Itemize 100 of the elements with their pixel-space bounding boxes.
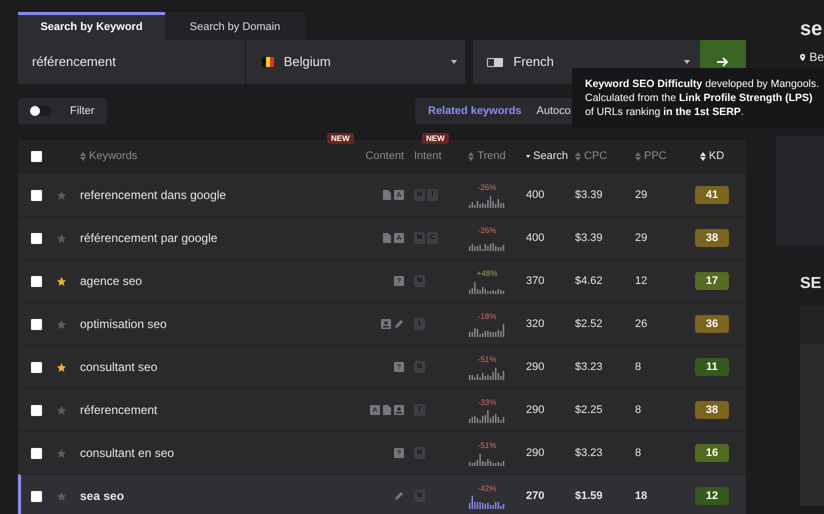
- keyword-text[interactable]: consultant en seo: [80, 446, 174, 460]
- column-header[interactable]: Keywords: [89, 148, 138, 165]
- document-icon: [383, 405, 391, 415]
- search-volume: 400: [526, 232, 544, 244]
- trend-sparkline: [469, 366, 505, 380]
- profile-icon: [381, 319, 391, 329]
- search-volume: 270: [526, 490, 544, 502]
- kd-score: 41: [695, 186, 729, 204]
- search-volume: 400: [526, 188, 544, 201]
- filter-button[interactable]: Filter: [18, 98, 107, 124]
- star-icon[interactable]: [56, 448, 67, 458]
- ppc-value: 8: [635, 404, 642, 416]
- pencil-icon: [394, 491, 404, 501]
- cpc-value: $2.25: [575, 404, 603, 416]
- search-volume: 290: [526, 360, 544, 373]
- ppc-value: 8: [635, 446, 642, 459]
- trend-sparkline: [469, 280, 505, 294]
- trend-sparkline: [469, 495, 505, 509]
- column-header[interactable]: PPC: [644, 148, 667, 165]
- column-header[interactable]: CPC: [584, 148, 608, 165]
- new-badge: NEW: [422, 133, 449, 144]
- search-tab[interactable]: Search by Keyword: [18, 12, 165, 40]
- country-select[interactable]: Belgium: [246, 40, 466, 84]
- ppc-value: 12: [635, 274, 648, 287]
- ppc-value: 29: [635, 188, 648, 201]
- serp-heading: SE: [800, 274, 822, 294]
- star-icon[interactable]: [56, 490, 67, 502]
- caret-icon: [451, 60, 458, 64]
- document-icon: [383, 233, 391, 243]
- row-checkbox[interactable]: [31, 448, 42, 458]
- column-header[interactable]: Intent: [414, 148, 442, 165]
- profile-icon: [394, 405, 404, 415]
- keyword-text[interactable]: referencement dans google: [80, 188, 226, 202]
- select-all-checkbox[interactable]: [31, 151, 42, 162]
- trend-percent: -26%: [478, 225, 496, 237]
- trend-percent: +48%: [476, 268, 498, 280]
- kd-score: 38: [695, 401, 729, 419]
- kd-score: 11: [695, 358, 729, 376]
- star-icon[interactable]: [56, 232, 67, 244]
- cpc-value: $3.39: [575, 188, 603, 201]
- row-checkbox[interactable]: [31, 404, 42, 416]
- result-tab[interactable]: Autoco: [534, 98, 571, 124]
- trend-sparkline: [469, 194, 505, 208]
- trend-percent: -42%: [478, 483, 496, 495]
- caret-icon: [684, 60, 690, 64]
- ppc-value: 8: [635, 360, 642, 373]
- keyword-input[interactable]: référencement: [18, 40, 245, 84]
- side-title: se: [800, 17, 824, 42]
- keyword-text[interactable]: réferencement: [80, 403, 158, 417]
- pencil-icon: [394, 319, 404, 329]
- filter-toggle[interactable]: [30, 106, 52, 116]
- translate-icon: [487, 58, 504, 66]
- column-header[interactable]: KD: [708, 148, 724, 165]
- location-pin-icon: [800, 52, 806, 62]
- keyword-text[interactable]: référencement par google: [80, 231, 218, 245]
- kd-score: 36: [695, 315, 729, 333]
- search-volume: 370: [526, 274, 544, 287]
- row-checkbox[interactable]: [31, 362, 42, 372]
- kd-score: 16: [695, 444, 729, 462]
- cpc-value: $3.23: [575, 446, 603, 459]
- column-header[interactable]: Search: [533, 148, 568, 165]
- star-icon[interactable]: [56, 276, 67, 286]
- trend-sparkline: [469, 452, 505, 466]
- search-volume: 320: [526, 318, 544, 330]
- cpc-value: $3.39: [575, 232, 603, 244]
- row-checkbox[interactable]: [31, 190, 42, 200]
- trend-percent: -33%: [478, 397, 496, 409]
- keyword-text[interactable]: agence seo: [80, 274, 142, 288]
- cpc-value: $3.23: [575, 360, 603, 373]
- row-checkbox[interactable]: [31, 276, 42, 286]
- ppc-value: 18: [635, 490, 648, 502]
- kd-score: 17: [695, 272, 729, 290]
- cpc-value: $2.52: [575, 318, 603, 330]
- keyword-text[interactable]: consultant seo: [80, 360, 158, 374]
- star-icon[interactable]: [56, 318, 67, 330]
- result-tab[interactable]: Related keywords: [415, 98, 535, 124]
- new-badge: NEW: [327, 133, 354, 144]
- location-text: Be: [809, 49, 824, 66]
- ppc-value: 26: [635, 318, 648, 330]
- star-icon[interactable]: [56, 190, 67, 200]
- kd-score: 38: [695, 229, 729, 247]
- kd-score: 12: [695, 487, 729, 505]
- keyword-text[interactable]: optimisation seo: [80, 317, 167, 331]
- arrow-right-icon: [717, 57, 730, 67]
- column-header[interactable]: Trend: [477, 148, 506, 165]
- flag-icon: [262, 57, 274, 67]
- cpc-value: $1.59: [575, 490, 603, 502]
- trend-sparkline: [469, 323, 505, 337]
- search-volume: 290: [526, 446, 544, 459]
- trend-percent: -26%: [478, 182, 496, 194]
- row-checkbox[interactable]: [31, 232, 42, 244]
- trend-percent: -18%: [478, 311, 496, 323]
- star-icon[interactable]: [56, 362, 67, 372]
- row-checkbox[interactable]: [31, 490, 42, 502]
- document-icon: [383, 190, 391, 200]
- search-tab[interactable]: Search by Domain: [165, 12, 305, 40]
- star-icon[interactable]: [56, 404, 67, 416]
- row-checkbox[interactable]: [31, 318, 42, 330]
- keyword-text[interactable]: sea seo: [80, 489, 124, 503]
- column-header[interactable]: Content: [365, 148, 404, 165]
